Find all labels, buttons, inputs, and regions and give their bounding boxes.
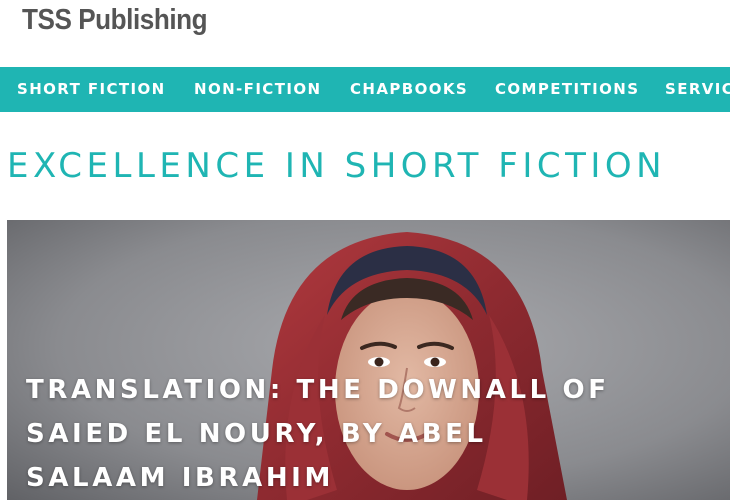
main-navigation: SHORT FICTION NON-FICTION CHAPBOOKS COMP…	[0, 67, 730, 112]
site-logo-text[interactable]: TSS Publishing	[22, 4, 208, 37]
nav-item-services[interactable]: SERVIC	[665, 80, 730, 98]
featured-post-card[interactable]: TRANSLATION: THE DOWNALL OF SAIED EL NOU…	[7, 220, 730, 500]
nav-item-competitions[interactable]: COMPETITIONS	[495, 80, 639, 98]
page-heading: EXCELLENCE IN SHORT FICTION	[7, 146, 667, 186]
nav-item-chapbooks[interactable]: CHAPBOOKS	[350, 80, 468, 98]
nav-item-non-fiction[interactable]: NON-FICTION	[194, 80, 321, 98]
featured-post-title[interactable]: TRANSLATION: THE DOWNALL OF SAIED EL NOU…	[26, 368, 626, 500]
nav-item-short-fiction[interactable]: SHORT FICTION	[17, 80, 166, 98]
